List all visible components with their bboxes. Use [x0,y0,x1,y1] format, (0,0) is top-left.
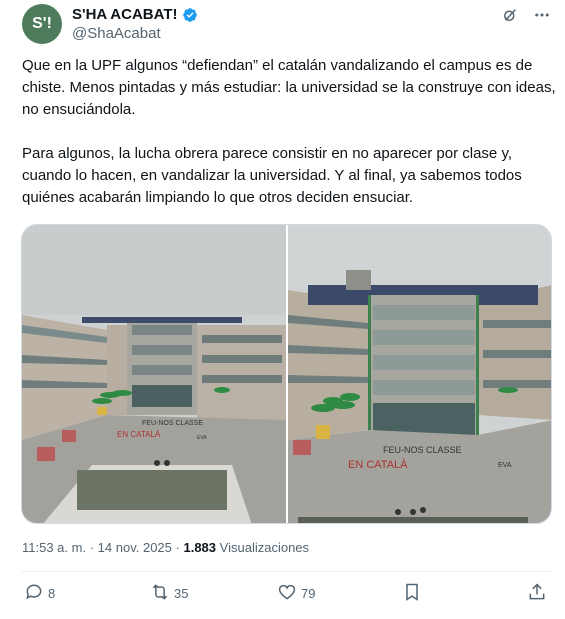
heart-icon [277,582,297,605]
tweet-media: FEU-NOS CLASSE EN CATALÀ EVA FEU-NOS CLA… [21,224,552,524]
avatar[interactable]: S'! [22,4,62,44]
reply-count: 8 [48,586,56,601]
meta-separator: · [89,540,95,555]
author-handle[interactable]: @ShaAcabat [72,25,161,42]
photo-1-ground-text-3: EVA [197,435,207,441]
photo-1[interactable]: FEU-NOS CLASSE EN CATALÀ EVA [22,225,286,523]
reply-icon [24,582,44,605]
action-bar: 8 35 79 [0,580,565,610]
like-count: 79 [301,586,316,601]
reply-button[interactable]: 8 [24,582,55,605]
header-actions [501,6,551,24]
more-options-icon[interactable] [533,6,551,24]
tweet-paragraph-1: Que en la UPF algunos “defiendan” el cat… [22,57,556,118]
photo-2-ground-text-1: FEU-NOS CLASSE [383,445,462,455]
meta-separator: · [175,540,180,555]
photo-1-ground-text-1: FEU-NOS CLASSE [142,420,203,427]
tweet-meta: 11:53 a. m. · 14 nov. 2025 · 1.883 Visua… [22,540,309,555]
verified-badge-icon [182,7,198,23]
photo-2-ground-text-2: EN CATALÀ [348,458,408,471]
tweet-paragraph-2: Para algunos, la lucha obrera parece con… [22,145,522,206]
repost-count: 35 [174,586,189,601]
repost-button[interactable]: 35 [150,582,188,605]
views-label: Visualizaciones [219,540,310,555]
share-button[interactable] [527,582,547,605]
photo-1-ground-text-2: EN CATALÀ [117,430,161,439]
bookmark-icon [402,582,422,605]
photo-2[interactable]: FEU-NOS CLASSE EN CATALÀ EVA [287,225,551,523]
author-name-row: S'HA ACABAT! [72,6,198,23]
tweet-text: Que en la UPF algunos “defiendan” el cat… [22,55,556,209]
tweet-card: S'! S'HA ACABAT! @ShaAcabat Que en la UP… [0,0,565,619]
repost-icon [150,582,170,605]
divider [21,571,552,572]
share-icon [527,582,547,605]
tweet-time[interactable]: 11:53 a. m. [22,540,86,555]
views-count: 1.883 [183,540,217,555]
avatar-text: S'! [32,15,52,32]
author-display-name[interactable]: S'HA ACABAT! [72,6,178,23]
grok-icon[interactable] [501,6,519,24]
like-button[interactable]: 79 [277,582,315,605]
bookmark-button[interactable] [402,582,422,605]
photo-2-ground-text-3: EVA [498,462,512,469]
tweet-date[interactable]: 14 nov. 2025 [98,540,172,555]
